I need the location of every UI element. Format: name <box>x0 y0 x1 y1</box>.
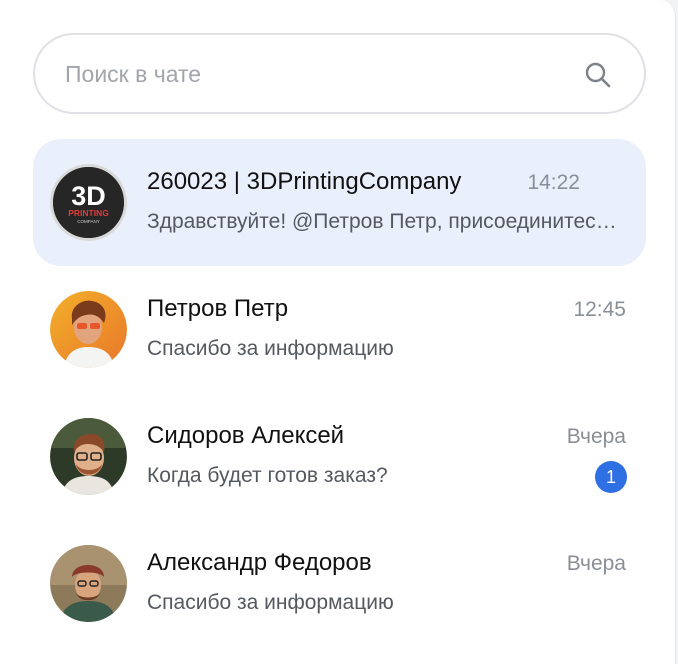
chat-time: Вчера <box>566 552 626 575</box>
chat-last-message: Здравствуйте! @Петров Петр, присоедините… <box>147 210 619 233</box>
svg-text:3D: 3D <box>71 181 106 211</box>
avatar: 3D PRINTING COMPANY <box>50 164 127 241</box>
avatar <box>50 418 127 495</box>
chat-last-message: Спасибо за информацию <box>147 337 394 360</box>
chat-name: 260023 | 3DPrintingCompany <box>147 168 462 195</box>
chat-time: 14:22 <box>527 171 580 194</box>
avatar <box>50 291 127 368</box>
svg-text:PRINTING: PRINTING <box>68 208 109 218</box>
chat-name: Сидоров Алексей <box>147 422 345 449</box>
svg-text:COMPANY: COMPANY <box>77 219 99 224</box>
chat-list-panel: 3D PRINTING COMPANY 260023 | 3DPrintingC… <box>0 0 676 664</box>
chat-item-3dprintingcompany[interactable]: 3D PRINTING COMPANY 260023 | 3DPrintingC… <box>33 139 646 266</box>
chat-last-message: Когда будет готов заказ? <box>147 464 388 487</box>
search-icon[interactable] <box>584 61 612 89</box>
search-input[interactable] <box>65 55 565 93</box>
chat-name: Александр Федоров <box>147 549 372 576</box>
chat-time: 12:45 <box>573 298 626 321</box>
unread-badge: 1 <box>595 461 627 493</box>
avatar <box>50 545 127 622</box>
chat-item-sidorov-aleksey[interactable]: Сидоров Алексей Вчера Когда будет готов … <box>33 393 646 520</box>
chat-last-message: Спасибо за информацию <box>147 591 394 614</box>
company-logo: 3D PRINTING COMPANY <box>53 167 124 238</box>
chat-name: Петров Петр <box>147 295 289 322</box>
chat-item-petrov-petr[interactable]: Петров Петр 12:45 Спасибо за информацию <box>33 266 646 393</box>
search-box[interactable] <box>33 33 646 114</box>
chat-item-aleksandr-fedorov[interactable]: Александр Федоров Вчера Спасибо за инфор… <box>33 520 646 647</box>
chat-time: Вчера <box>566 425 626 448</box>
